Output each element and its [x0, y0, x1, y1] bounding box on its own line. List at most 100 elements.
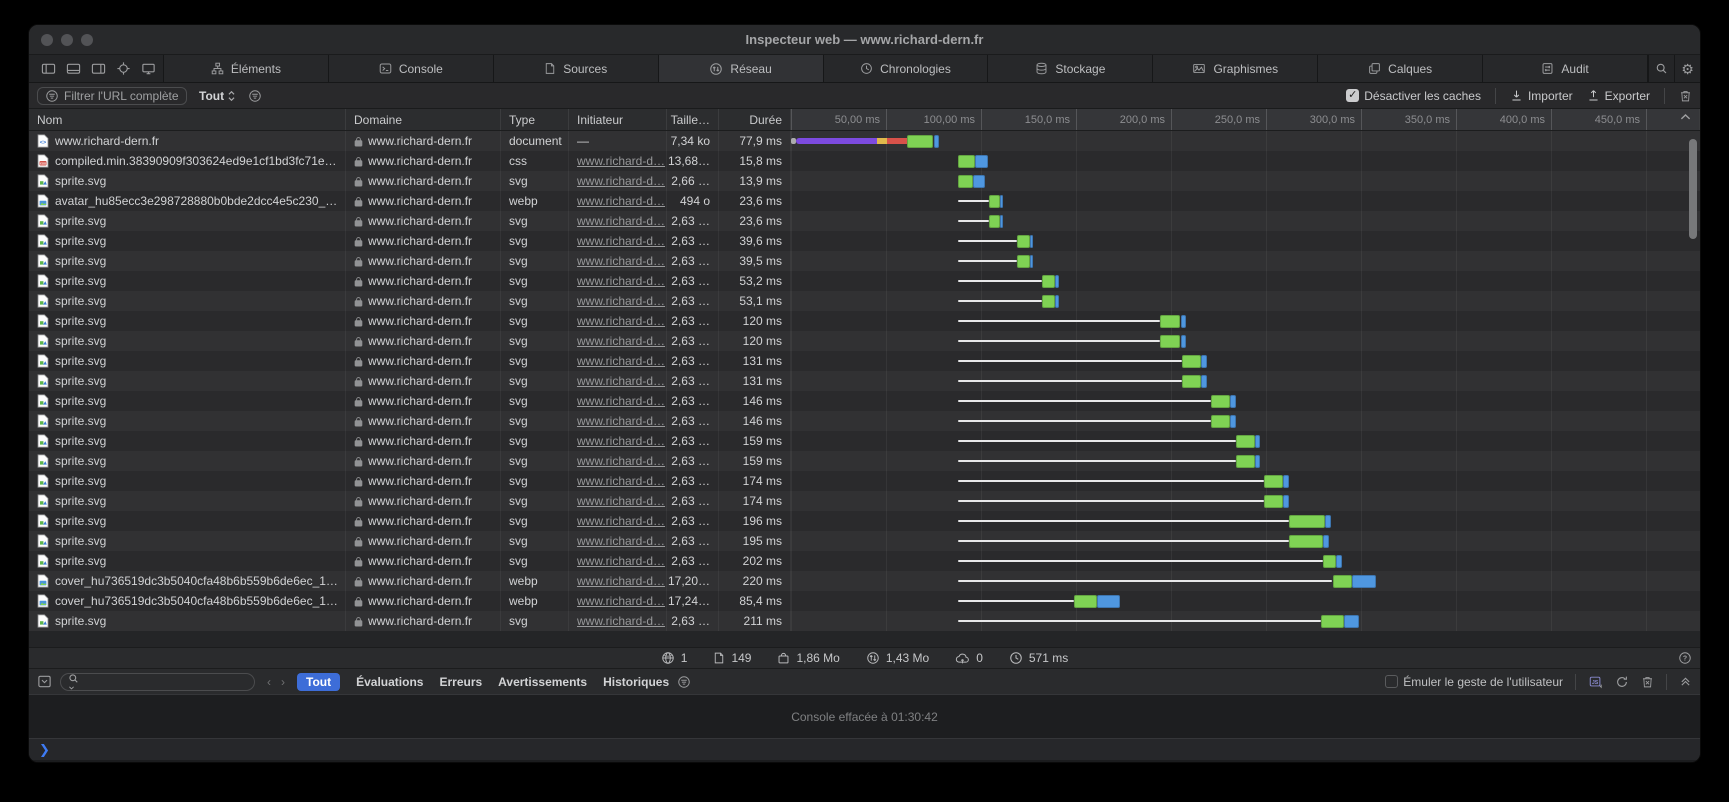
table-row[interactable]: cover_hu736519dc3b5040cfa48b6b559b6de6ec…	[29, 591, 1700, 611]
column-header-name[interactable]: Nom	[29, 109, 346, 130]
column-header-initiator[interactable]: Initiateur	[569, 109, 667, 130]
column-header-type[interactable]: Type	[501, 109, 569, 130]
panel-right-icon[interactable]	[91, 61, 106, 76]
initiator-link[interactable]: www.richard-d…	[577, 354, 665, 368]
initiator-link[interactable]: www.richard-d…	[577, 614, 665, 628]
initiator-link[interactable]: www.richard-d…	[577, 514, 665, 528]
table-row[interactable]: sprite.svgwww.richard-dern.frsvgwww.rich…	[29, 351, 1700, 371]
collapse-waterfall-icon[interactable]	[1680, 113, 1691, 121]
import-button[interactable]: Importer	[1510, 89, 1573, 103]
table-row[interactable]: sprite.svgwww.richard-dern.frsvgwww.rich…	[29, 411, 1700, 431]
table-row[interactable]: sprite.svgwww.richard-dern.frsvgwww.rich…	[29, 391, 1700, 411]
table-row[interactable]: avatar_hu85ecc3e298728880b0bde2dcc4e5c23…	[29, 191, 1700, 211]
initiator-link[interactable]: www.richard-d…	[577, 234, 665, 248]
column-header-domain[interactable]: Domaine	[346, 109, 501, 130]
prev-icon[interactable]: ‹	[267, 675, 271, 689]
url-filter-input[interactable]: Filtrer l'URL complète	[37, 87, 187, 105]
tab-console[interactable]: Console	[329, 55, 494, 82]
table-row[interactable]: sprite.svgwww.richard-dern.frsvgwww.rich…	[29, 231, 1700, 251]
table-row[interactable]: sprite.svgwww.richard-dern.frsvgwww.rich…	[29, 451, 1700, 471]
console-filter-circle-icon[interactable]	[677, 675, 691, 689]
initiator-link[interactable]: www.richard-d…	[577, 314, 665, 328]
table-row[interactable]: sprite.svgwww.richard-dern.frsvgwww.rich…	[29, 271, 1700, 291]
js-context-icon[interactable]: JS	[1588, 675, 1603, 689]
export-button[interactable]: Exporter	[1587, 89, 1650, 103]
table-row[interactable]: sprite.svgwww.richard-dern.frsvgwww.rich…	[29, 331, 1700, 351]
initiator-link[interactable]: www.richard-d…	[577, 414, 665, 428]
initiator-link[interactable]: www.richard-d…	[577, 474, 665, 488]
refresh-icon[interactable]	[1615, 675, 1629, 689]
table-row[interactable]: cover_hu736519dc3b5040cfa48b6b559b6de6ec…	[29, 571, 1700, 591]
column-header-duration[interactable]: Durée	[719, 109, 791, 130]
initiator-link[interactable]: www.richard-d…	[577, 194, 665, 208]
close-button[interactable]	[41, 34, 53, 46]
minimize-button[interactable]	[61, 34, 73, 46]
collapse-console-icon[interactable]	[37, 674, 52, 689]
initiator-link[interactable]: www.richard-d…	[577, 434, 665, 448]
console-scope-avertissements[interactable]: Avertissements	[498, 675, 587, 689]
console-prompt[interactable]: ❯	[29, 738, 1700, 760]
initiator-link[interactable]: www.richard-d…	[577, 214, 665, 228]
console-scope-historiques[interactable]: Historiques	[603, 675, 669, 689]
filter-circle-icon[interactable]	[248, 89, 262, 103]
zoom-button[interactable]	[81, 34, 93, 46]
initiator-link[interactable]: www.richard-d…	[577, 334, 665, 348]
table-row[interactable]: sprite.svgwww.richard-dern.frsvgwww.rich…	[29, 611, 1700, 631]
initiator-link[interactable]: www.richard-d…	[577, 294, 665, 308]
initiator-link[interactable]: www.richard-d…	[577, 554, 665, 568]
table-row[interactable]: sprite.svgwww.richard-dern.frsvgwww.rich…	[29, 491, 1700, 511]
next-icon[interactable]: ›	[281, 675, 285, 689]
gear-icon[interactable]: ⚙	[1674, 55, 1700, 82]
table-row[interactable]: sprite.svgwww.richard-dern.frsvgwww.rich…	[29, 311, 1700, 331]
tab-audit[interactable]: Audit	[1483, 55, 1648, 82]
console-scope-erreurs[interactable]: Erreurs	[439, 675, 482, 689]
table-row[interactable]: sprite.svgwww.richard-dern.frsvgwww.rich…	[29, 471, 1700, 491]
table-row[interactable]: sprite.svgwww.richard-dern.frsvgwww.rich…	[29, 291, 1700, 311]
initiator-link[interactable]: www.richard-d…	[577, 374, 665, 388]
table-row[interactable]: sprite.svgwww.richard-dern.frsvgwww.rich…	[29, 551, 1700, 571]
initiator-link[interactable]: www.richard-d…	[577, 254, 665, 268]
initiator-link[interactable]: www.richard-d…	[577, 274, 665, 288]
initiator-link[interactable]: www.richard-d…	[577, 594, 665, 608]
tab-network[interactable]: Réseau	[659, 55, 824, 82]
clear-console-trash-icon[interactable]	[1641, 675, 1654, 689]
emulate-user-gesture-checkbox[interactable]: Émuler le geste de l'utilisateur	[1385, 675, 1563, 689]
initiator-link[interactable]: www.richard-d…	[577, 494, 665, 508]
help-icon[interactable]: ?	[1678, 651, 1692, 665]
table-row[interactable]: sprite.svgwww.richard-dern.frsvgwww.rich…	[29, 511, 1700, 531]
initiator-link[interactable]: www.richard-d…	[577, 394, 665, 408]
table-row[interactable]: sprite.svgwww.richard-dern.frsvgwww.rich…	[29, 371, 1700, 391]
table-row[interactable]: sprite.svgwww.richard-dern.frsvgwww.rich…	[29, 431, 1700, 451]
device-icon[interactable]	[141, 61, 156, 76]
tab-storage[interactable]: Stockage	[988, 55, 1153, 82]
expand-console-icon[interactable]	[1679, 675, 1692, 688]
initiator-link[interactable]: www.richard-d…	[577, 574, 665, 588]
panel-bottom-icon[interactable]	[66, 61, 81, 76]
tab-graphics[interactable]: Graphismes	[1153, 55, 1318, 82]
table-row[interactable]: sprite.svgwww.richard-dern.frsvgwww.rich…	[29, 211, 1700, 231]
console-scope-tout[interactable]: Tout	[297, 673, 340, 691]
panel-left-icon[interactable]	[41, 61, 56, 76]
table-row[interactable]: sprite.svgwww.richard-dern.frsvgwww.rich…	[29, 171, 1700, 191]
console-scope-évaluations[interactable]: Évaluations	[356, 675, 423, 689]
console-search-input[interactable]	[60, 673, 255, 691]
table-row[interactable]: csscompiled.min.38390909f303624ed9e1cf1b…	[29, 151, 1700, 171]
resource-type-dropdown[interactable]: Tout	[199, 89, 236, 103]
tab-timelines[interactable]: Chronologies	[824, 55, 989, 82]
tab-sources[interactable]: Sources	[494, 55, 659, 82]
initiator-link[interactable]: www.richard-d…	[577, 154, 665, 168]
search-icon[interactable]	[1648, 55, 1674, 82]
clear-network-trash-icon[interactable]	[1679, 89, 1692, 103]
tab-elements[interactable]: Éléments	[164, 55, 329, 82]
table-row[interactable]: sprite.svgwww.richard-dern.frsvgwww.rich…	[29, 251, 1700, 271]
vertical-scrollbar[interactable]	[1689, 139, 1697, 239]
traffic-lights[interactable]	[41, 34, 93, 46]
disable-caches-checkbox[interactable]: ✓ Désactiver les caches	[1346, 89, 1481, 103]
tab-layers[interactable]: Calques	[1318, 55, 1483, 82]
table-row[interactable]: sprite.svgwww.richard-dern.frsvgwww.rich…	[29, 531, 1700, 551]
target-icon[interactable]	[116, 61, 131, 76]
column-header-size[interactable]: Taille…	[667, 109, 719, 130]
initiator-link[interactable]: www.richard-d…	[577, 534, 665, 548]
table-row[interactable]: <>www.richard-dern.frwww.richard-dern.fr…	[29, 131, 1700, 151]
initiator-link[interactable]: www.richard-d…	[577, 454, 665, 468]
